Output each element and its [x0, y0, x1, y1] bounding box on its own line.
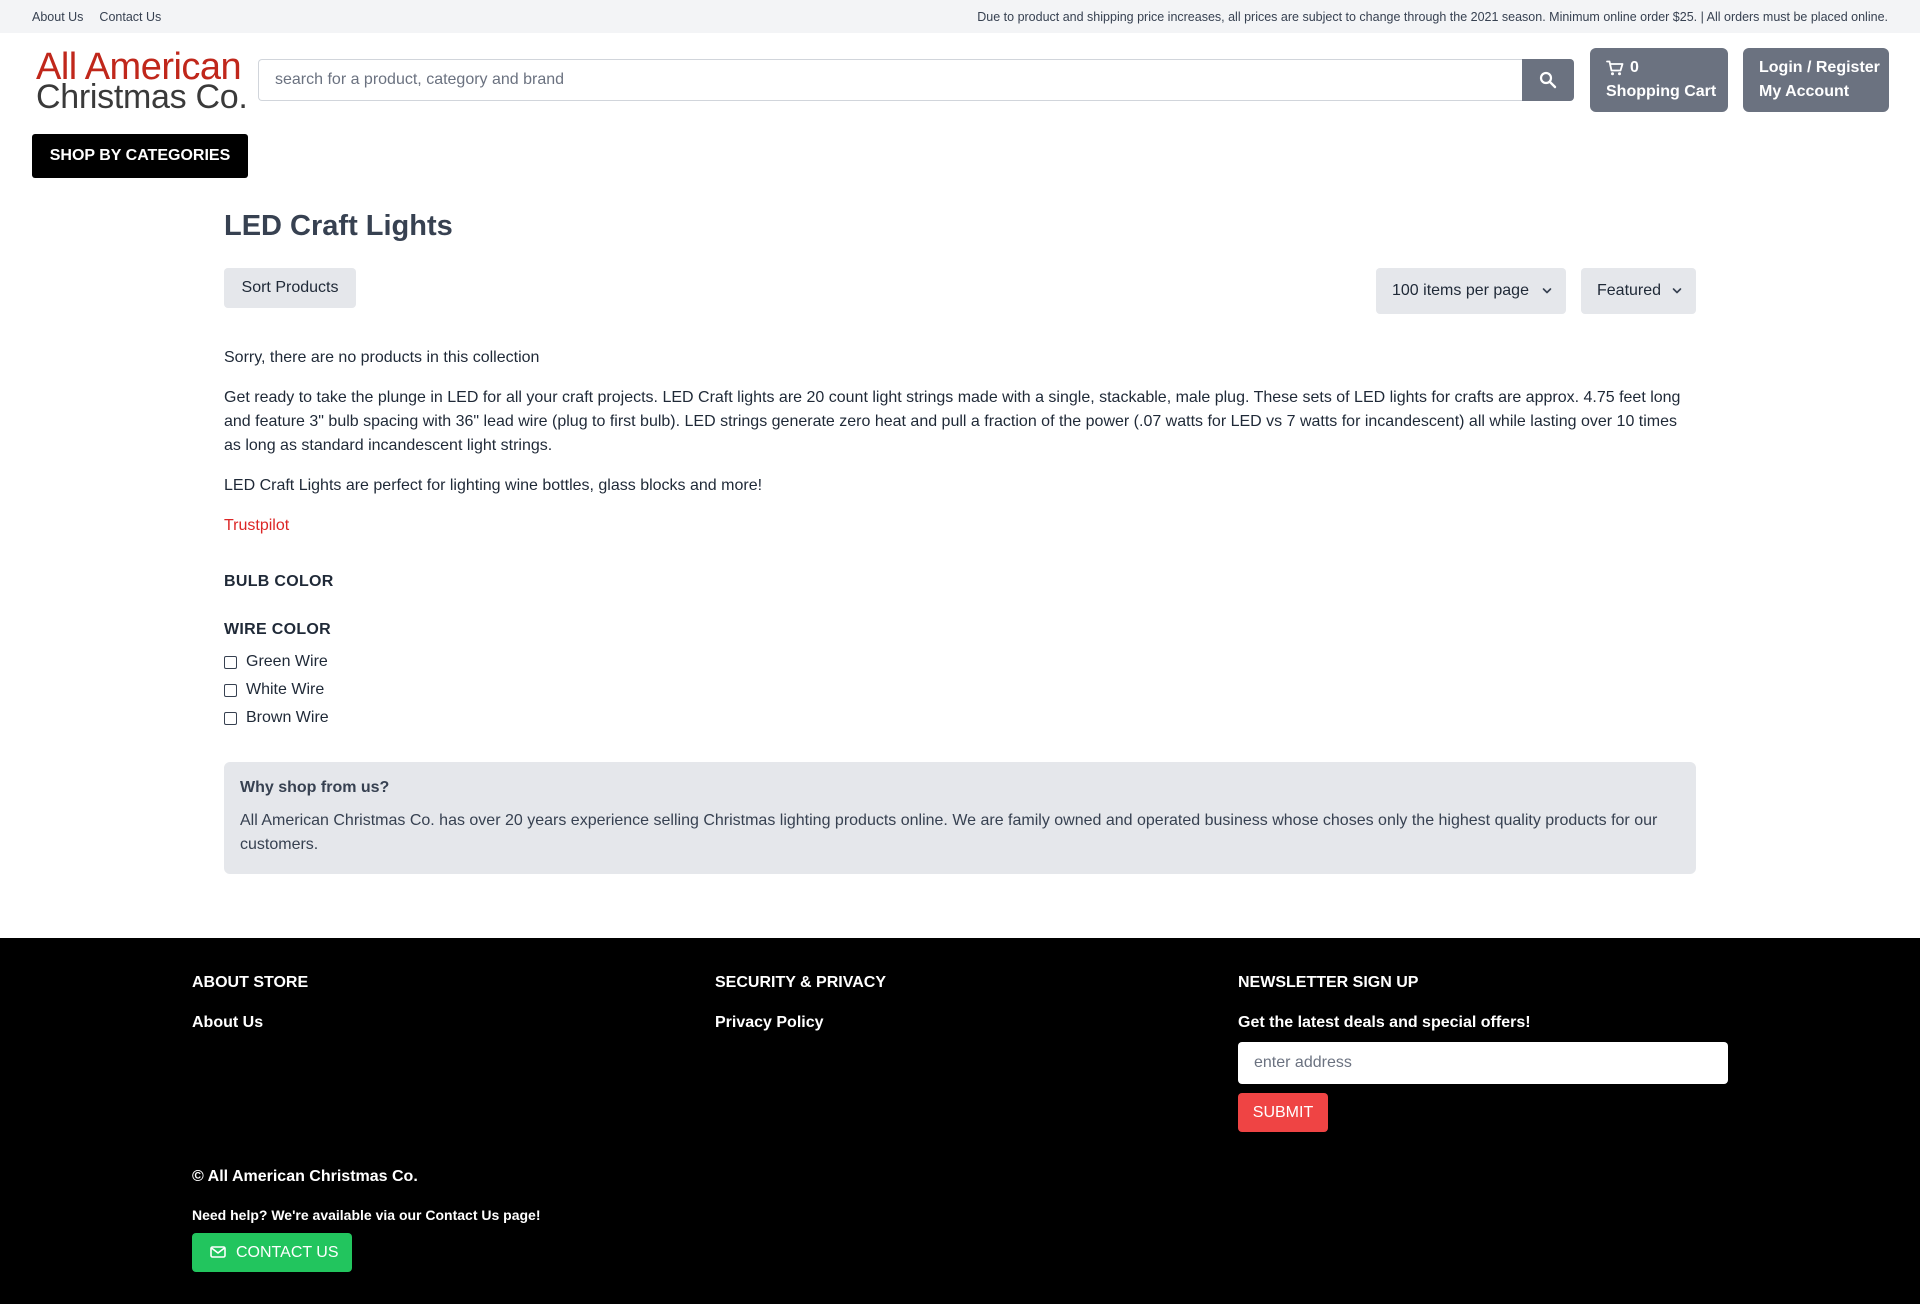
search-input[interactable]: [258, 59, 1522, 101]
wire-color-option-green[interactable]: Green Wire: [224, 651, 344, 673]
checkbox[interactable]: [224, 656, 237, 669]
my-account-label: My Account: [1759, 83, 1850, 100]
footer-link-about-us[interactable]: About Us: [192, 1014, 263, 1032]
wire-color-filter-heading: WIRE COLOR: [224, 621, 331, 638]
logo-line-2: Christmas Co.: [36, 78, 248, 116]
search-icon: [1539, 71, 1557, 89]
shop-by-categories-button[interactable]: SHOP BY CATEGORIES: [32, 134, 248, 178]
newsletter-email-input[interactable]: [1238, 1042, 1728, 1084]
footer-link-privacy-policy[interactable]: Privacy Policy: [715, 1014, 824, 1032]
top-links: About Us Contact Us: [32, 10, 161, 24]
envelope-icon: [210, 1246, 226, 1258]
option-label: Green Wire: [246, 653, 328, 670]
sort-products-button[interactable]: Sort Products: [224, 268, 356, 308]
chevron-down-icon: [1672, 288, 1682, 294]
search-button[interactable]: [1522, 59, 1574, 101]
cart-count: 0: [1630, 59, 1639, 76]
top-link-about-us[interactable]: About Us: [32, 10, 83, 24]
security-privacy-heading: SECURITY & PRIVACY: [715, 974, 886, 991]
collection-description: Get ready to take the plunge in LED for …: [224, 389, 1681, 454]
copyright: © All American Christmas Co.: [192, 1168, 418, 1185]
wire-color-option-brown[interactable]: Brown Wire: [224, 707, 344, 729]
newsletter-submit-button[interactable]: SUBMIT: [1238, 1093, 1328, 1132]
page-title: LED Craft Lights: [224, 210, 453, 242]
top-bar: About Us Contact Us Due to product and s…: [0, 0, 1920, 33]
store-logo[interactable]: All American Christmas Co.: [36, 48, 248, 114]
trustpilot-link[interactable]: Trustpilot: [224, 514, 1696, 538]
why-shop-heading: Why shop from us?: [240, 779, 390, 796]
site-footer: ABOUT STORE About Us SECURITY & PRIVACY …: [0, 938, 1920, 1304]
top-link-contact-us[interactable]: Contact Us: [99, 10, 161, 24]
option-label: Brown Wire: [246, 709, 329, 726]
why-shop-box: Why shop from us? All American Christmas…: [224, 762, 1696, 874]
chevron-down-icon: [1542, 288, 1552, 294]
collection-use-note: LED Craft Lights are perfect for lightin…: [224, 477, 763, 494]
sort-order-select[interactable]: Featured: [1581, 268, 1696, 314]
contact-us-button[interactable]: CONTACT US: [192, 1233, 352, 1272]
contact-us-label: CONTACT US: [236, 1244, 339, 1261]
option-label: White Wire: [246, 681, 325, 698]
items-per-page-value: 100 items per page: [1392, 282, 1529, 299]
account-button[interactable]: Login / Register My Account: [1743, 48, 1889, 112]
wire-color-option-white[interactable]: White Wire: [224, 679, 344, 701]
cart-label: Shopping Cart: [1606, 83, 1717, 100]
sort-order-value: Featured: [1597, 282, 1662, 299]
login-register-label: Login / Register: [1759, 59, 1880, 76]
shopping-cart-button[interactable]: 0 Shopping Cart: [1590, 48, 1728, 112]
checkbox[interactable]: [224, 712, 237, 725]
help-text: Need help? We're available via our Conta…: [192, 1207, 541, 1223]
price-notice: Due to product and shipping price increa…: [977, 10, 1888, 24]
why-shop-text: All American Christmas Co. has over 20 y…: [240, 812, 1658, 853]
empty-collection-message: Sorry, there are no products in this col…: [224, 349, 540, 366]
newsletter-text: Get the latest deals and special offers!: [1238, 1014, 1531, 1031]
items-per-page-select[interactable]: 100 items per page: [1376, 268, 1566, 314]
about-store-heading: ABOUT STORE: [192, 974, 309, 991]
search-bar: [258, 59, 1574, 101]
checkbox[interactable]: [224, 684, 237, 697]
bulb-color-filter-heading: BULB COLOR: [224, 573, 334, 590]
cart-icon: [1606, 60, 1624, 76]
newsletter-heading: NEWSLETTER SIGN UP: [1238, 974, 1419, 991]
